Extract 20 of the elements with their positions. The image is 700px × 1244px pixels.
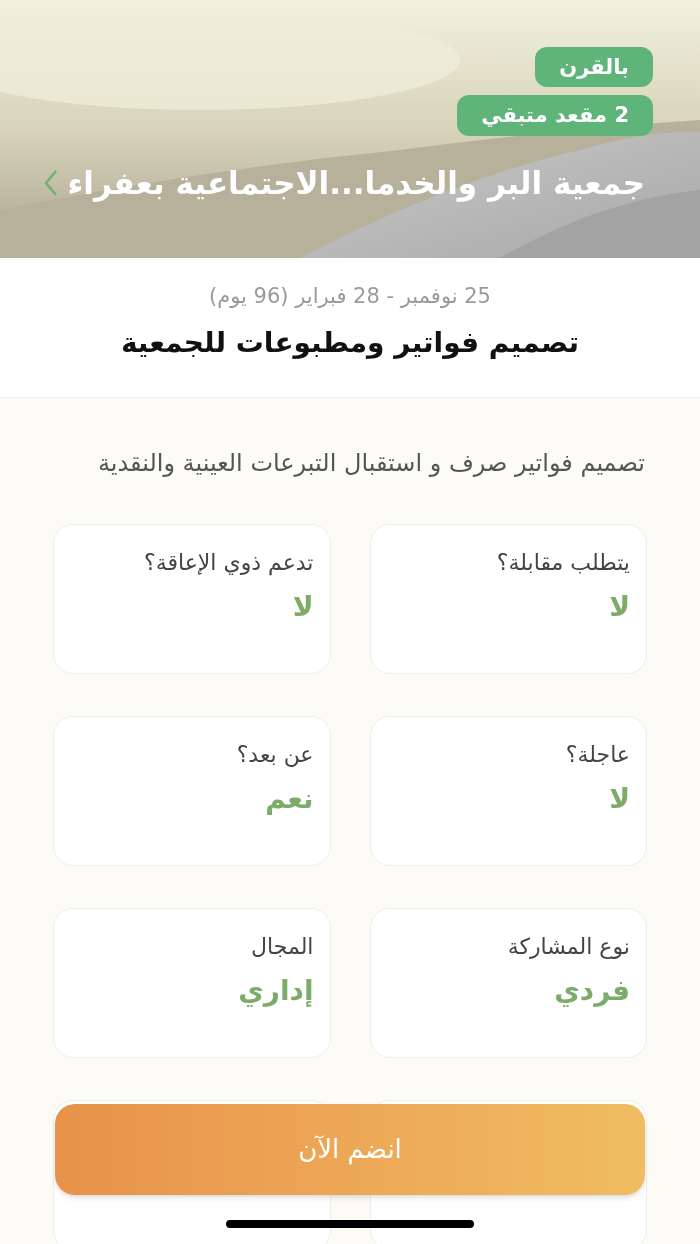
badge: 2 مقعد متبقي bbox=[457, 95, 653, 136]
organization-title: جمعية البر والخدما...الاجتماعية بعفراء bbox=[67, 163, 645, 204]
date-range: 25 نوفمبر - 28 فبراير (96 يوم) bbox=[209, 283, 491, 310]
card-value: لا bbox=[292, 588, 314, 624]
card-label: تدعم ذوي الإعاقة؟ bbox=[143, 549, 314, 577]
card-value: لا bbox=[609, 588, 630, 624]
card-label: نوع المشاركة bbox=[507, 933, 630, 961]
card-value: لا bbox=[609, 780, 630, 816]
card-label: المجال bbox=[251, 933, 314, 961]
task-title: تصميم فواتير ومطبوعات للجمعية bbox=[120, 325, 580, 361]
join-button[interactable]: انضم الآن bbox=[55, 1104, 645, 1195]
card-label: عن بعد؟ bbox=[236, 741, 314, 769]
card-value: نعم bbox=[265, 780, 314, 816]
card-label: عاجلة؟ bbox=[565, 741, 630, 769]
card-value: إداري bbox=[238, 972, 314, 1008]
chevron-icon[interactable] bbox=[44, 168, 58, 197]
description: تصميم فواتير صرف و استقبال التبرعات العينية والنقدية bbox=[96, 448, 646, 479]
card-label: يتطلب مقابلة؟ bbox=[496, 549, 630, 577]
card-value: فردي bbox=[554, 972, 630, 1008]
badge: بالقرن bbox=[535, 47, 653, 88]
